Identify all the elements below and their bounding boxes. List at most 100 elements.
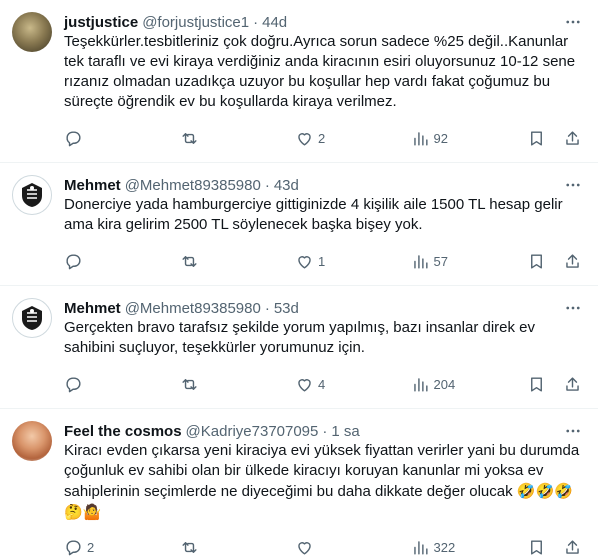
views-icon — [413, 377, 428, 392]
tweet-header: Mehmet @Mehmet89385980 · 43d — [64, 175, 582, 195]
like-icon — [298, 378, 311, 392]
bookmark-button[interactable] — [526, 129, 546, 148]
tweet-content: Mehmet @Mehmet89385980 · 53d Gerçekten b… — [64, 298, 582, 408]
more-icon — [566, 429, 580, 433]
retweet-icon — [181, 255, 197, 267]
more-button[interactable] — [562, 421, 584, 441]
more-icon — [566, 306, 580, 310]
tweet[interactable]: Mehmet @Mehmet89385980 · 43d Donerciye y… — [0, 163, 598, 286]
share-button[interactable] — [562, 375, 582, 394]
display-name[interactable]: Mehmet — [64, 177, 121, 194]
tweet-text: Teşekkürler.tesbitleriniz çok doğru.Ayrı… — [64, 33, 580, 110]
share-button[interactable] — [562, 252, 582, 271]
share-button[interactable] — [562, 129, 582, 148]
separator: · — [264, 176, 270, 194]
action-bar: 1 57 — [64, 245, 582, 277]
retweet-button[interactable] — [180, 129, 236, 148]
reply-button[interactable] — [64, 375, 120, 394]
action-bar: 2 92 — [64, 122, 582, 154]
tweet-text-block: Kiracı evden çıkarsa yeni kiraciya evi y… — [64, 441, 582, 521]
tweet[interactable]: Feel the cosmos @Kadriye73707095 · 1 sa … — [0, 409, 598, 558]
action-right-group — [526, 252, 582, 271]
display-name[interactable]: Feel the cosmos — [64, 423, 182, 440]
eagle-crest-icon — [22, 306, 42, 330]
tweet-text: Kiracı evden çıkarsa yeni kiraciya evi y… — [64, 442, 584, 500]
like-count: 2 — [318, 130, 326, 146]
retweet-icon — [181, 132, 197, 144]
avatar[interactable] — [12, 175, 52, 215]
user-handle[interactable]: @Kadriye73707095 — [186, 423, 319, 440]
views-button[interactable]: 92 — [411, 129, 467, 148]
more-button[interactable] — [562, 175, 584, 195]
timestamp[interactable]: 43d — [274, 177, 299, 194]
tweet-content: Feel the cosmos @Kadriye73707095 · 1 sa … — [64, 421, 582, 558]
tweet[interactable]: justjustice @forjustjustice1 · 44d Teşek… — [0, 0, 598, 163]
tweet-content: justjustice @forjustjustice1 · 44d Teşek… — [64, 12, 582, 162]
bookmark-button[interactable] — [526, 375, 546, 394]
views-count: 92 — [433, 130, 448, 146]
bookmark-icon — [531, 130, 542, 146]
views-button[interactable]: 322 — [411, 538, 467, 557]
tweet-header: Feel the cosmos @Kadriye73707095 · 1 sa — [64, 421, 582, 441]
action-right-group — [526, 375, 582, 394]
bookmark-icon — [531, 539, 542, 555]
action-bar: 2 322 — [64, 531, 582, 558]
timestamp[interactable]: 1 sa — [331, 423, 359, 440]
user-handle[interactable]: @Mehmet89385980 — [125, 177, 261, 194]
like-count: 1 — [318, 253, 326, 269]
more-icon — [566, 183, 580, 187]
reply-count: 2 — [87, 539, 95, 555]
views-button[interactable]: 57 — [411, 252, 467, 271]
share-icon — [566, 376, 579, 391]
display-name[interactable]: Mehmet — [64, 300, 121, 317]
like-icon — [298, 255, 311, 269]
user-handle[interactable]: @Mehmet89385980 — [125, 300, 261, 317]
user-handle[interactable]: @forjustjustice1 — [142, 14, 249, 31]
retweet-button[interactable] — [180, 252, 236, 271]
timestamp[interactable]: 44d — [262, 14, 287, 31]
reply-button[interactable] — [64, 252, 120, 271]
like-button[interactable]: 1 — [295, 252, 351, 271]
timestamp[interactable]: 53d — [274, 300, 299, 317]
views-icon — [413, 540, 428, 555]
more-button[interactable] — [562, 12, 584, 32]
bookmark-icon — [531, 376, 542, 392]
avatar[interactable] — [12, 12, 52, 52]
tweet-content: Mehmet @Mehmet89385980 · 43d Donerciye y… — [64, 175, 582, 285]
tweet[interactable]: Mehmet @Mehmet89385980 · 53d Gerçekten b… — [0, 286, 598, 409]
like-button[interactable]: 2 — [295, 129, 351, 148]
reply-icon — [66, 253, 81, 269]
tweet-header: justjustice @forjustjustice1 · 44d — [64, 12, 582, 32]
like-button[interactable]: 4 — [295, 375, 351, 394]
reply-button[interactable] — [64, 129, 120, 148]
share-icon — [566, 253, 579, 268]
share-button[interactable] — [562, 538, 582, 557]
reply-feed: justjustice @forjustjustice1 · 44d Teşek… — [0, 0, 598, 558]
bookmark-icon — [531, 253, 542, 269]
more-button[interactable] — [562, 298, 584, 318]
like-button[interactable] — [295, 538, 351, 557]
reply-icon — [66, 539, 81, 555]
bookmark-button[interactable] — [526, 538, 546, 557]
retweet-icon — [181, 378, 197, 390]
action-bar: 4 204 — [64, 368, 582, 400]
display-name[interactable]: justjustice — [64, 14, 138, 31]
views-icon — [413, 254, 428, 269]
separator: · — [322, 422, 328, 440]
action-right-group — [526, 129, 582, 148]
bookmark-button[interactable] — [526, 252, 546, 271]
avatar[interactable] — [12, 298, 52, 338]
retweet-button[interactable] — [180, 538, 236, 557]
retweet-icon — [181, 541, 197, 553]
views-button[interactable]: 204 — [411, 375, 467, 394]
share-icon — [566, 130, 579, 145]
tweet-text: Gerçekten bravo tarafsız şekilde yorum y… — [64, 319, 540, 356]
action-right-group — [526, 538, 582, 557]
reply-button[interactable]: 2 — [64, 538, 120, 557]
share-icon — [566, 539, 579, 554]
retweet-button[interactable] — [180, 375, 236, 394]
like-icon — [298, 541, 311, 555]
avatar[interactable] — [12, 421, 52, 461]
eagle-crest-icon — [22, 183, 42, 207]
separator: · — [253, 13, 259, 31]
